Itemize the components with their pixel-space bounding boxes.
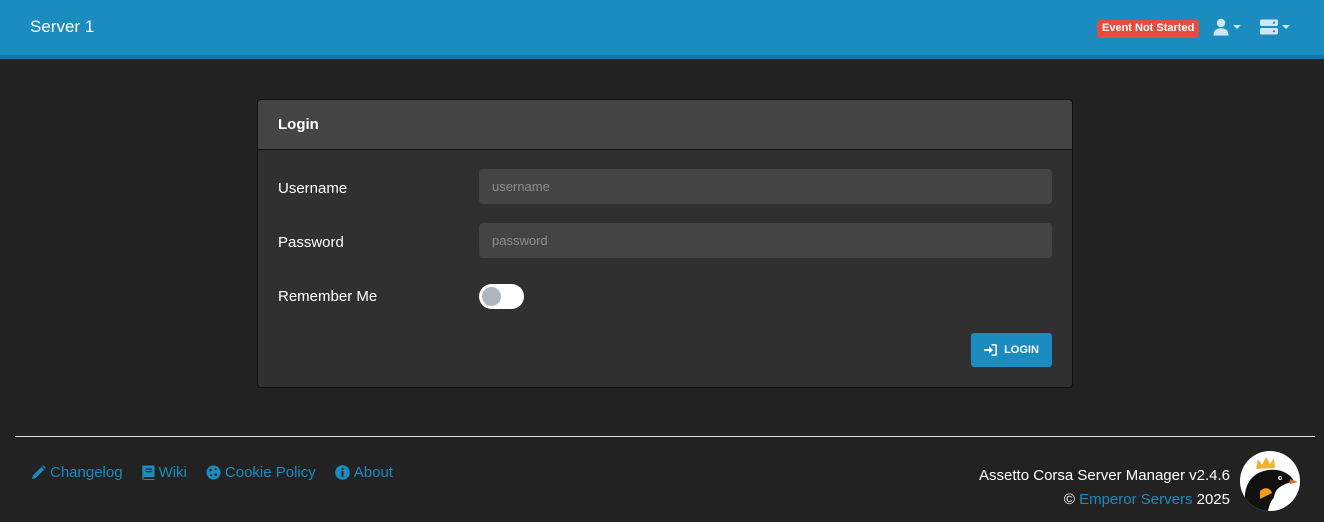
event-status-badge: Event Not Started [1097, 20, 1200, 38]
about-label: About [353, 464, 393, 481]
footer-credits: Assetto Corsa Server Manager v2.4.6 © Em… [979, 464, 1230, 512]
server-icon [1260, 19, 1278, 35]
remember-me-label: Remember Me [278, 288, 378, 305]
cookie-policy-link[interactable]: Cookie Policy [206, 464, 316, 481]
footer-divider [15, 436, 1315, 437]
login-card-title: Login [278, 116, 319, 133]
remember-me-toggle[interactable] [479, 284, 524, 309]
emperor-servers-link[interactable]: Emperor Servers [1079, 491, 1192, 508]
chevron-down-icon [1233, 25, 1241, 29]
user-icon [1213, 18, 1229, 36]
changelog-label: Changelog [50, 464, 123, 481]
username-label: Username [278, 180, 348, 197]
copyright-year: 2025 [1196, 491, 1230, 508]
top-navbar: Server 1 Event Not Started [0, 0, 1324, 59]
changelog-link[interactable]: Changelog [31, 464, 123, 481]
info-icon [334, 465, 350, 480]
wiki-link[interactable]: Wiki [141, 464, 187, 481]
username-input[interactable] [479, 169, 1052, 204]
user-menu-dropdown[interactable] [1213, 17, 1241, 37]
login-card-header: Login [258, 100, 1072, 150]
login-card: Login Username Password Remember Me LOGI… [257, 99, 1073, 388]
password-label: Password [278, 234, 344, 251]
footer-links: Changelog Wiki Cookie Policy About [31, 464, 393, 481]
about-link[interactable]: About [334, 464, 393, 481]
wiki-label: Wiki [158, 464, 187, 481]
login-button-label: LOGIN [1004, 344, 1039, 356]
emperor-penguin-logo [1240, 451, 1300, 511]
chevron-down-icon [1282, 25, 1290, 29]
cookie-icon [206, 465, 221, 480]
pencil-icon [32, 465, 46, 479]
server-menu-dropdown[interactable] [1260, 17, 1290, 37]
copyright-line: © Emperor Servers 2025 [979, 488, 1230, 512]
server-brand-link[interactable]: Server 1 [30, 17, 94, 37]
cookie-policy-label: Cookie Policy [224, 464, 316, 481]
password-input[interactable] [479, 223, 1052, 258]
login-button[interactable]: LOGIN [971, 333, 1052, 367]
sign-in-icon [984, 344, 998, 356]
toggle-knob [482, 287, 501, 306]
product-version: Assetto Corsa Server Manager v2.4.6 [979, 467, 1230, 484]
book-icon [141, 465, 155, 480]
copyright-symbol: © [1063, 491, 1075, 508]
